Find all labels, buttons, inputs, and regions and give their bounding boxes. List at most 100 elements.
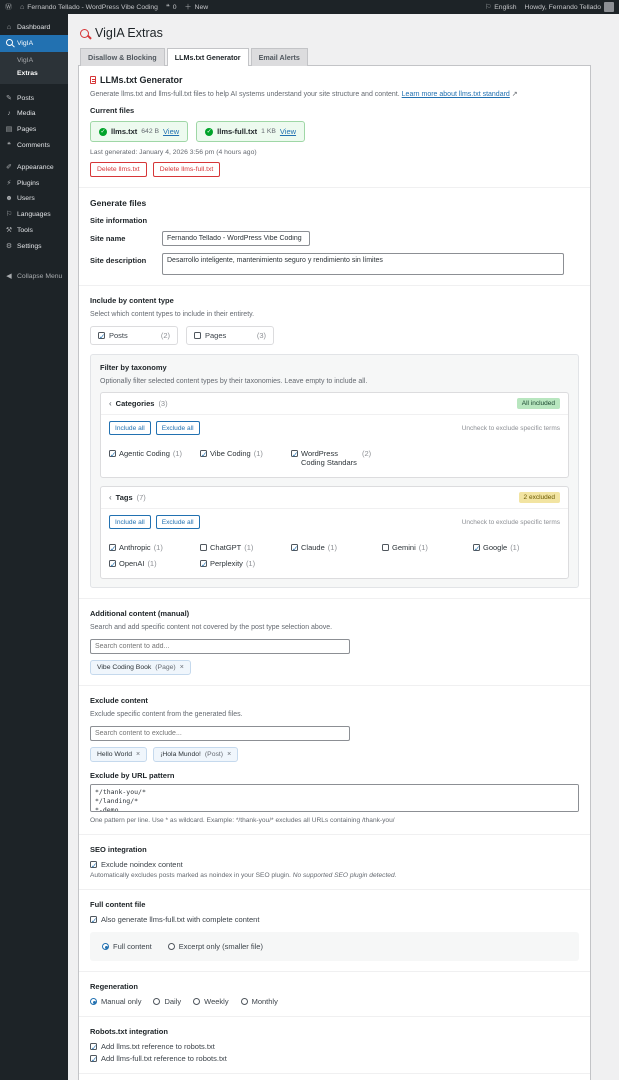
term-wp-coding-standars[interactable]: WordPress Coding Standars (2) <box>291 449 378 467</box>
weekly-radio-option[interactable]: Weekly <box>193 997 229 1006</box>
divider <box>79 285 590 286</box>
radio-button[interactable] <box>153 998 161 1005</box>
sidebar-item-users[interactable]: ☻ Users <box>0 191 68 206</box>
learn-more-link[interactable]: Learn more about llms.txt standard <box>402 91 510 98</box>
radio-button[interactable] <box>193 998 201 1005</box>
chevron-left-icon: ‹ <box>109 493 112 502</box>
tools-icon: ⚒ <box>5 227 13 234</box>
term-openai[interactable]: OpenAI (1) <box>109 559 196 569</box>
daily-radio-option[interactable]: Daily <box>153 997 181 1006</box>
exclude-content-search-input[interactable] <box>90 726 350 741</box>
my-account-menu[interactable]: Howdy, Fernando Tellado <box>525 2 614 12</box>
site-info-heading: Site information <box>90 216 148 225</box>
seo-noindex-option[interactable]: Exclude noindex content <box>90 860 579 870</box>
term-agentic-coding[interactable]: Agentic Coding (1) <box>109 449 196 467</box>
term-anthropic[interactable]: Anthropic (1) <box>109 543 196 553</box>
language-switcher[interactable]: ⚐ English <box>484 3 517 12</box>
term-checkbox[interactable] <box>109 544 116 553</box>
sidebar-subitem-vigia[interactable]: VigIA <box>0 54 68 67</box>
sidebar-item-tools[interactable]: ⚒ Tools <box>0 222 68 238</box>
site-description-input[interactable]: Desarrollo inteligente, mantenimiento se… <box>162 253 564 275</box>
radio-button[interactable] <box>90 998 97 1005</box>
wp-logo-icon[interactable]: Ⓦ <box>5 2 12 12</box>
term-gemini[interactable]: Gemini (1) <box>382 543 469 552</box>
term-perplexity[interactable]: Perplexity (1) <box>200 559 287 569</box>
sidebar-item-languages[interactable]: ⚐ Languages <box>0 206 68 222</box>
sidebar-item-dashboard[interactable]: ⌂ Dashboard <box>0 20 68 35</box>
full-content-radio-option[interactable]: Full content <box>102 942 152 951</box>
current-files-heading: Current files <box>90 106 135 115</box>
term-chatgpt[interactable]: ChatGPT (1) <box>200 543 287 552</box>
categories-exclude-all-button[interactable]: Exclude all <box>155 421 200 435</box>
file-badges: ✓ llms.txt 642 B View ✓ llms-full.txt 1 … <box>90 121 579 142</box>
tags-terms: Anthropic (1) ChatGPT (1) Claude <box>101 535 568 578</box>
noindex-checkbox[interactable] <box>90 861 97 870</box>
comment-bubble-icon: ❝ <box>165 4 170 11</box>
full-file-checkbox[interactable] <box>90 916 97 925</box>
new-menu[interactable]: ＋ New <box>185 2 209 12</box>
term-checkbox[interactable] <box>473 544 480 553</box>
sidebar-item-settings[interactable]: ⚙ Settings <box>0 238 68 254</box>
categories-include-all-button[interactable]: Include all <box>109 421 151 435</box>
monthly-radio-option[interactable]: Monthly <box>240 997 278 1006</box>
sidebar-item-plugins[interactable]: ⚡ Plugins <box>0 175 68 191</box>
radio-button[interactable] <box>102 943 109 950</box>
tab-email-alerts[interactable]: Email Alerts <box>250 48 308 66</box>
term-checkbox[interactable] <box>200 560 207 569</box>
term-claude[interactable]: Claude (1) <box>291 543 378 553</box>
term-checkbox[interactable] <box>200 450 207 459</box>
site-name-input[interactable] <box>162 231 310 246</box>
excerpt-only-radio-option[interactable]: Excerpt only (smaller file) <box>167 942 263 951</box>
seo-heading: SEO integration <box>90 845 147 854</box>
sidebar-item-vigia[interactable]: VigIA <box>0 35 72 52</box>
site-menu[interactable]: ⌂ Fernando Tellado - WordPress Vibe Codi… <box>20 4 158 11</box>
categories-header[interactable]: ‹ Categories (3) All included <box>101 393 568 415</box>
url-pattern-textarea[interactable]: */thank-you/* */landing/* *-demo <box>90 784 579 812</box>
view-llms-link[interactable]: View <box>163 127 179 136</box>
add-content-search-input[interactable] <box>90 639 350 654</box>
sidebar-item-pages[interactable]: ▤ Pages <box>0 121 68 137</box>
pages-checkbox[interactable] <box>194 332 201 339</box>
tags-exclude-all-button[interactable]: Exclude all <box>155 515 200 529</box>
robots-llms-checkbox[interactable] <box>90 1043 97 1052</box>
comments-menu[interactable]: ❝ 0 <box>165 3 177 12</box>
term-vibe-coding[interactable]: Vibe Coding (1) <box>200 449 287 467</box>
language-icon: ⚐ <box>484 4 492 11</box>
term-checkbox[interactable] <box>109 450 116 459</box>
sidebar-item-comments[interactable]: ❝ Comments <box>0 137 68 153</box>
manual-only-radio-option[interactable]: Manual only <box>90 997 141 1006</box>
term-checkbox[interactable] <box>291 544 298 553</box>
term-checkbox[interactable] <box>291 450 298 459</box>
robots-llms-option[interactable]: Add llms.txt reference to robots.txt <box>90 1042 579 1052</box>
tags-header[interactable]: ‹ Tags (7) 2 excluded <box>101 487 568 509</box>
remove-chip-icon[interactable]: × <box>180 664 184 671</box>
remove-chip-icon[interactable]: × <box>136 751 140 758</box>
sidebar-subitem-extras[interactable]: Extras <box>0 67 68 80</box>
term-google[interactable]: Google (1) <box>473 543 560 553</box>
sidebar-item-appearance[interactable]: ✐ Appearance <box>0 159 68 175</box>
term-checkbox[interactable] <box>382 544 389 551</box>
sidebar-item-posts[interactable]: ✎ Posts <box>0 90 68 106</box>
term-checkbox[interactable] <box>200 544 207 551</box>
remove-chip-icon[interactable]: × <box>227 751 231 758</box>
sidebar-item-media[interactable]: ♪ Media <box>0 106 68 121</box>
posts-checkbox[interactable] <box>98 332 105 341</box>
excluded-badge: 2 excluded <box>518 492 560 503</box>
url-pattern-label: Exclude by URL pattern <box>90 771 175 780</box>
collapse-menu-button[interactable]: ◀ Collapse Menu <box>0 268 68 284</box>
delete-llms-full-button[interactable]: Delete llms-full.txt <box>152 162 221 177</box>
settings-icon: ⚙ <box>5 243 13 250</box>
delete-llms-button[interactable]: Delete llms.txt <box>90 162 147 177</box>
radio-button[interactable] <box>240 998 248 1005</box>
radio-button[interactable] <box>167 943 175 950</box>
term-checkbox[interactable] <box>109 560 116 569</box>
content-type-pages[interactable]: Pages (3) <box>186 326 274 345</box>
robots-llms-full-checkbox[interactable] <box>90 1055 97 1064</box>
view-llms-full-link[interactable]: View <box>280 127 296 136</box>
tab-llms-generator[interactable]: LLMs.txt Generator <box>166 48 249 66</box>
tags-include-all-button[interactable]: Include all <box>109 515 151 529</box>
full-file-option[interactable]: Also generate llms-full.txt with complet… <box>90 915 579 925</box>
tab-disallow-blocking[interactable]: Disallow & Blocking <box>80 48 165 66</box>
robots-llms-full-option[interactable]: Add llms-full.txt reference to robots.tx… <box>90 1054 579 1064</box>
content-type-posts[interactable]: Posts (2) <box>90 326 178 345</box>
